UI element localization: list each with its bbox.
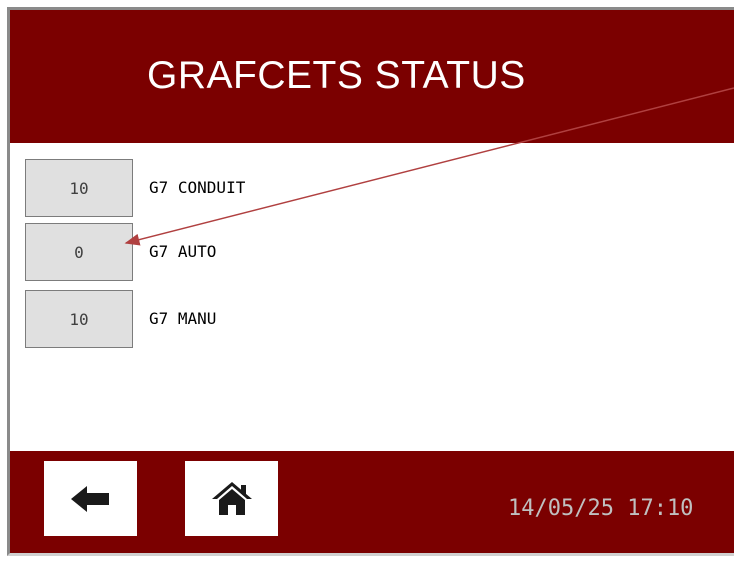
back-button[interactable]: [44, 461, 137, 536]
grafcet-label: G7 MANU: [149, 309, 217, 328]
grafcet-step-value[interactable]: 0: [25, 223, 133, 281]
grafcet-label: G7 CONDUIT: [149, 178, 246, 197]
home-button[interactable]: [185, 461, 278, 536]
grafcet-row-auto: 0 G7 AUTO: [25, 223, 425, 281]
grafcet-list: 10 G7 CONDUIT 0 G7 AUTO 10 G7 MANU: [10, 143, 734, 451]
grafcet-row-conduit: 10 G7 CONDUIT: [25, 159, 425, 217]
grafcet-step-value[interactable]: 10: [25, 159, 133, 217]
home-icon: [211, 481, 252, 515]
arrow-left-icon: [70, 485, 109, 512]
datetime-display: 14/05/25 17:10: [508, 496, 694, 521]
grafcet-step-value[interactable]: 10: [25, 290, 133, 348]
footer-bar: 14/05/25 17:10: [10, 451, 734, 553]
page-title: GRAFCETS STATUS: [147, 54, 526, 97]
grafcet-label: G7 AUTO: [149, 242, 217, 261]
grafcet-row-manu: 10 G7 MANU: [25, 290, 425, 348]
header-bar: GRAFCETS STATUS: [10, 10, 734, 143]
hmi-screen: GRAFCETS STATUS 10 G7 CONDUIT 0 G7 AUTO …: [7, 7, 734, 556]
